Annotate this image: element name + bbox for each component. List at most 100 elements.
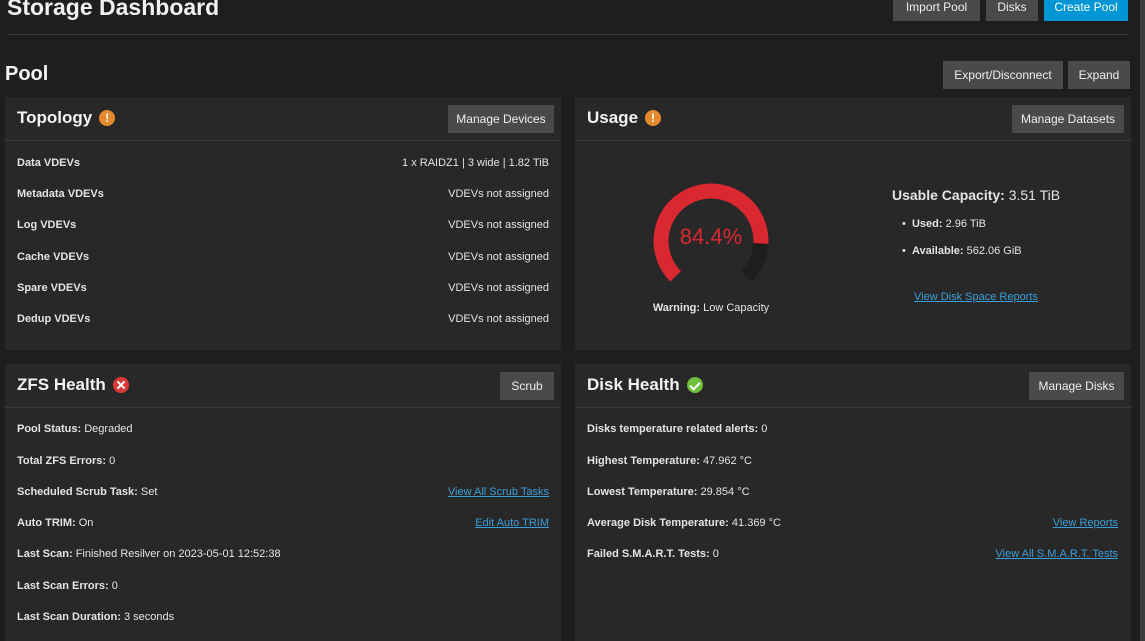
usage-card: Usage Manage Datasets 84.4% Warning: Low… — [575, 97, 1131, 350]
manage-disks-button[interactable]: Manage Disks — [1029, 372, 1124, 400]
zfs-health-card: ZFS Health Scrub Pool Status: Degraded T… — [5, 364, 561, 641]
row-label: Last Scan Errors: — [17, 580, 109, 592]
disk-health-title: Disk Health — [587, 375, 703, 395]
manage-datasets-button[interactable]: Manage Datasets — [1012, 105, 1124, 133]
topology-row: Log VDEVs VDEVs not assigned — [17, 219, 549, 235]
available-label: Available: — [911, 245, 964, 257]
edit-auto-trim-link[interactable]: Edit Auto TRIM — [475, 517, 549, 529]
row-label: Average Disk Temperature: — [587, 517, 729, 529]
usage-percent: 84.4% — [679, 224, 743, 249]
row-label: Auto TRIM: — [17, 517, 76, 529]
capacity-value: 3.51 TiB — [1008, 187, 1061, 203]
row-label: Cache VDEVs — [17, 251, 90, 263]
zfs-health-title-text: ZFS Health — [17, 375, 106, 394]
topology-row: Cache VDEVs VDEVs not assigned — [17, 251, 549, 267]
last-scan-errors-row: Last Scan Errors: 0 — [17, 580, 549, 596]
row-value: 29.854 °C — [700, 486, 750, 498]
view-disk-space-reports-link[interactable]: View Disk Space Reports — [914, 291, 1038, 303]
row-value: 0 — [109, 455, 116, 467]
expand-button[interactable]: Expand — [1068, 61, 1130, 89]
available-value: 562.06 GiB — [966, 245, 1022, 257]
row-value: 1 x RAIDZ1 | 3 wide | 1.82 TiB — [402, 157, 549, 169]
last-scan-duration-row: Last Scan Duration: 3 seconds — [17, 611, 549, 627]
row-label: Last Scan: — [17, 548, 73, 560]
export-disconnect-button[interactable]: Export/Disconnect — [943, 61, 1063, 89]
topology-title: Topology — [17, 108, 116, 128]
row-label: Highest Temperature: — [587, 455, 700, 467]
used-label: Used: — [911, 218, 943, 230]
usage-header: Usage Manage Datasets — [575, 97, 1131, 141]
create-pool-button[interactable]: Create Pool — [1044, 0, 1128, 21]
row-value: VDEVs not assigned — [448, 188, 549, 200]
row-value: VDEVs not assigned — [448, 251, 549, 263]
bullet: • — [902, 218, 912, 230]
auto-trim-row: Auto TRIM: On Edit Auto TRIM — [17, 517, 549, 533]
row-label: Pool Status: — [17, 423, 82, 435]
used-item: • Used: 2.96 TiB — [902, 218, 986, 230]
available-item: • Available: 562.06 GiB — [902, 245, 1022, 257]
import-pool-button[interactable]: Import Pool — [893, 0, 980, 21]
row-value: Degraded — [84, 423, 133, 435]
manage-devices-button[interactable]: Manage Devices — [448, 105, 554, 133]
check-icon — [686, 377, 703, 393]
usage-title-text: Usage — [587, 108, 639, 127]
topology-row: Dedup VDEVs VDEVs not assigned — [17, 313, 549, 329]
temp-alerts-row: Disks temperature related alerts: 0 — [587, 423, 1119, 439]
view-smart-tests-link[interactable]: View All S.M.A.R.T. Tests — [996, 548, 1118, 560]
last-scan-row: Last Scan: Finished Resilver on 2023-05-… — [17, 548, 549, 564]
row-label: Metadata VDEVs — [17, 188, 104, 200]
warning-icon — [645, 110, 662, 126]
bullet: • — [902, 245, 912, 257]
row-value: VDEVs not assigned — [448, 282, 549, 294]
failed-smart-row: Failed S.M.A.R.T. Tests: 0 View All S.M.A… — [587, 548, 1118, 564]
row-label: Spare VDEVs — [17, 282, 87, 294]
row-label: Failed S.M.A.R.T. Tests: — [587, 548, 710, 560]
scrub-button[interactable]: Scrub — [500, 372, 554, 400]
lowest-temp-row: Lowest Temperature: 29.854 °C — [587, 486, 1119, 502]
scrub-task-row: Scheduled Scrub Task: Set View All Scrub … — [17, 486, 549, 502]
row-value: 41.369 °C — [731, 517, 781, 529]
usage-title: Usage — [587, 108, 662, 128]
row-label: Lowest Temperature: — [587, 486, 698, 498]
used-value: 2.96 TiB — [945, 218, 986, 230]
warning-icon — [99, 110, 116, 126]
row-value: 0 — [111, 580, 118, 592]
disks-button[interactable]: Disks — [986, 0, 1038, 21]
view-reports-link[interactable]: View Reports — [1053, 517, 1118, 529]
average-temp-row: Average Disk Temperature: 41.369 °C View … — [587, 517, 1118, 533]
row-value: 47.962 °C — [702, 455, 752, 467]
error-icon — [112, 377, 129, 393]
pool-status-row: Pool Status: Degraded — [17, 423, 549, 439]
capacity-label: Usable Capacity: — [892, 187, 1005, 203]
highest-temp-row: Highest Temperature: 47.962 °C — [587, 455, 1119, 471]
row-value: Set — [140, 486, 158, 498]
row-value: On — [78, 517, 94, 529]
zfs-health-header: ZFS Health Scrub — [5, 364, 561, 408]
topology-card: Topology Manage Devices Data VDEVs 1 x RA… — [5, 97, 561, 350]
view-scrub-tasks-link[interactable]: View All Scrub Tasks — [448, 486, 549, 498]
topology-row: Spare VDEVs VDEVs not assigned — [17, 282, 549, 298]
row-value: 3 seconds — [123, 611, 175, 623]
total-errors-row: Total ZFS Errors: 0 — [17, 455, 549, 471]
row-value: 0 — [761, 423, 768, 435]
row-label: Last Scan Duration: — [17, 611, 121, 623]
disk-health-title-text: Disk Health — [587, 375, 680, 394]
topology-row: Metadata VDEVs VDEVs not assigned — [17, 188, 549, 204]
row-label: Total ZFS Errors: — [17, 455, 107, 467]
header-divider — [7, 34, 1128, 35]
row-label: Disks temperature related alerts: — [587, 423, 759, 435]
zfs-health-title: ZFS Health — [17, 375, 129, 395]
row-label: Log VDEVs — [17, 219, 77, 231]
row-label: Scheduled Scrub Task: — [17, 486, 138, 498]
scrollbar-track[interactable] — [1140, 0, 1145, 641]
row-value: 0 — [712, 548, 719, 560]
usable-capacity: Usable Capacity: 3.51 TiB — [892, 187, 1060, 203]
row-label: Data VDEVs — [17, 157, 80, 169]
disk-health-header: Disk Health Manage Disks — [575, 364, 1131, 408]
row-label: Dedup VDEVs — [17, 313, 91, 325]
warning-value: Low Capacity — [703, 302, 770, 314]
disk-health-card: Disk Health Manage Disks Disks temperatu… — [575, 364, 1131, 641]
pool-title: Pool — [5, 63, 49, 85]
topology-title-text: Topology — [17, 108, 93, 127]
topology-header: Topology Manage Devices — [5, 97, 561, 141]
